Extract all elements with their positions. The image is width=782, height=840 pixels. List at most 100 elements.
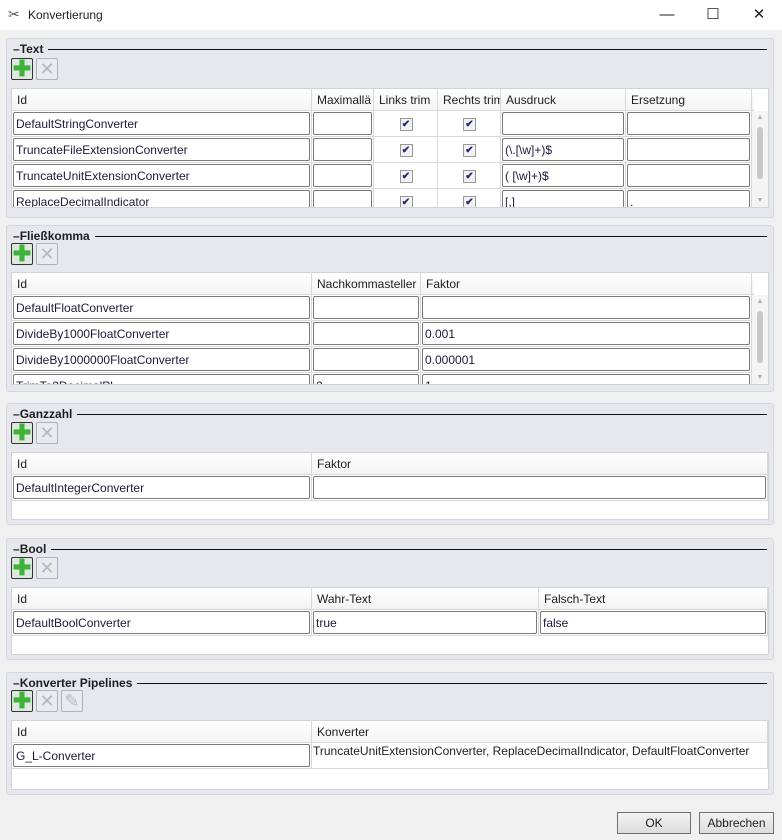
column-header[interactable]: Faktor [421, 273, 752, 295]
column-header[interactable]: Id [12, 588, 312, 610]
table-cell: . [626, 189, 752, 207]
add-button[interactable]: ✚ [11, 555, 33, 580]
column-header[interactable]: Ersetzung [626, 89, 752, 111]
text-input[interactable] [313, 322, 419, 345]
toolbar: ✚ ✕ [11, 555, 58, 580]
text-input[interactable] [313, 190, 372, 207]
group-text: – Text ✚ ✕ Id Maximallä Links trim Rechts trim… [6, 38, 774, 218]
converter-list[interactable]: TruncateUnitExtensionConverter, ReplaceD… [313, 744, 749, 758]
column-header[interactable]: Nachkommasteller [312, 273, 421, 295]
add-button[interactable]: ✚ [11, 56, 33, 81]
group-title: – Ganzzahl [13, 407, 767, 421]
cancel-button[interactable]: Abbrechen [699, 812, 774, 834]
text-input[interactable]: DefaultIntegerConverter [13, 476, 310, 499]
text-input[interactable]: TruncateFileExtensionConverter [13, 138, 310, 161]
text-input[interactable] [627, 138, 750, 161]
column-header[interactable]: Id [12, 453, 312, 475]
checkbox[interactable]: ✔ [399, 195, 413, 207]
text-input[interactable]: (\.[\w]+)$ [502, 138, 624, 161]
scroll-up-arrow[interactable]: ▲ [752, 298, 768, 305]
group-title: – Konverter Pipelines [13, 676, 767, 690]
column-header[interactable]: Wahr-Text [312, 588, 539, 610]
column-header[interactable]: Maximallä [312, 89, 374, 111]
column-header[interactable]: Konverter [312, 721, 768, 743]
checkbox[interactable]: ✔ [463, 143, 476, 157]
column-header[interactable]: Ausdruck [501, 89, 626, 111]
minimize-button[interactable]: — [644, 0, 690, 30]
text-input[interactable]: 0.001 [422, 322, 750, 345]
text-input[interactable]: DivideBy1000FloatConverter [13, 322, 310, 345]
text-input[interactable]: ReplaceDecimalIndicator [13, 190, 310, 207]
text-input[interactable]: DefaultBoolConverter [13, 611, 310, 634]
text-input[interactable]: TruncateUnitExtensionConverter [13, 164, 310, 187]
group-float: – Fließkomma ✚ ✕ Id Nachkommasteller Faktor De… [6, 225, 774, 392]
text-input[interactable]: 1 [422, 374, 750, 384]
column-header[interactable]: Rechts trim [438, 89, 501, 111]
vertical-scrollbar[interactable]: ▲ ▼ [752, 111, 768, 207]
checkbox[interactable]: ✔ [463, 117, 476, 131]
text-input[interactable]: DefaultFloatConverter [13, 296, 310, 319]
text-input[interactable]: . [627, 190, 750, 207]
text-input[interactable]: ( [\w]+)$ [502, 164, 624, 187]
delete-button[interactable]: ✕ [36, 557, 58, 579]
table-cell: ✔ [374, 137, 438, 163]
text-input[interactable] [313, 112, 372, 135]
text-input[interactable]: G_L-Converter [13, 744, 310, 767]
table-cell: 0.000001 [421, 347, 752, 373]
close-button[interactable]: ✕ [736, 0, 782, 30]
text-input[interactable] [627, 164, 750, 187]
checkbox[interactable]: ✔ [399, 169, 413, 183]
text-input[interactable] [313, 164, 372, 187]
delete-button[interactable]: ✕ [36, 58, 58, 80]
text-input[interactable]: TrimTo2DecimalPl [13, 374, 310, 384]
table-cell: G_L-Converter [12, 743, 312, 769]
text-input[interactable] [313, 138, 372, 161]
text-input[interactable] [313, 296, 419, 319]
text-input[interactable] [313, 348, 419, 371]
text-input[interactable] [627, 112, 750, 135]
table-cell: 0.001 [421, 321, 752, 347]
text-input[interactable] [422, 296, 750, 319]
text-input[interactable]: DefaultStringConverter [13, 112, 310, 135]
column-header[interactable]: Links trim [374, 89, 438, 111]
group-title: – Text [13, 42, 767, 56]
column-header[interactable]: Id [12, 721, 312, 743]
add-button[interactable]: ✚ [11, 420, 33, 445]
text-input[interactable] [502, 112, 624, 135]
table-cell: ✔ [438, 137, 501, 163]
text-input[interactable] [313, 476, 766, 499]
table-cell: (\.[\w]+)$ [501, 137, 626, 163]
toolbar: ✚ ✕ [11, 241, 58, 266]
checkbox[interactable]: ✔ [399, 117, 413, 131]
vertical-scrollbar[interactable]: ▲ ▼ [752, 295, 768, 384]
scroll-down-arrow[interactable]: ▼ [752, 374, 768, 381]
text-input[interactable]: 0.000001 [422, 348, 750, 371]
scroll-thumb[interactable] [757, 311, 763, 363]
text-input[interactable]: DivideBy1000000FloatConverter [13, 348, 310, 371]
add-button[interactable]: ✚ [11, 688, 33, 713]
add-button[interactable]: ✚ [11, 241, 33, 266]
text-input[interactable]: 2 [313, 374, 419, 384]
maximize-button[interactable]: ☐ [690, 0, 736, 30]
delete-button[interactable]: ✕ [36, 422, 58, 444]
text-input[interactable]: true [313, 611, 537, 634]
scroll-up-arrow[interactable]: ▲ [752, 114, 768, 121]
scroll-thumb[interactable] [757, 127, 763, 179]
table-cell: TrimTo2DecimalPl [12, 373, 312, 384]
delete-button[interactable]: ✕ [36, 243, 58, 265]
table-cell: ( [\w]+)$ [501, 163, 626, 189]
table-cell: 1 [421, 373, 752, 384]
checkbox[interactable]: ✔ [463, 169, 476, 183]
column-header[interactable]: Faktor [312, 453, 768, 475]
checkbox[interactable]: ✔ [399, 143, 413, 157]
column-header[interactable]: Falsch-Text [539, 588, 768, 610]
scroll-down-arrow[interactable]: ▼ [752, 197, 768, 204]
checkbox[interactable]: ✔ [463, 195, 476, 207]
text-input[interactable]: [,] [502, 190, 624, 207]
column-header[interactable]: Id [12, 89, 312, 111]
delete-button[interactable]: ✕ [36, 690, 58, 712]
ok-button[interactable]: OK [617, 812, 691, 834]
text-input[interactable]: false [540, 611, 766, 634]
column-header[interactable]: Id [12, 273, 312, 295]
edit-button[interactable]: ✎ [61, 690, 83, 712]
